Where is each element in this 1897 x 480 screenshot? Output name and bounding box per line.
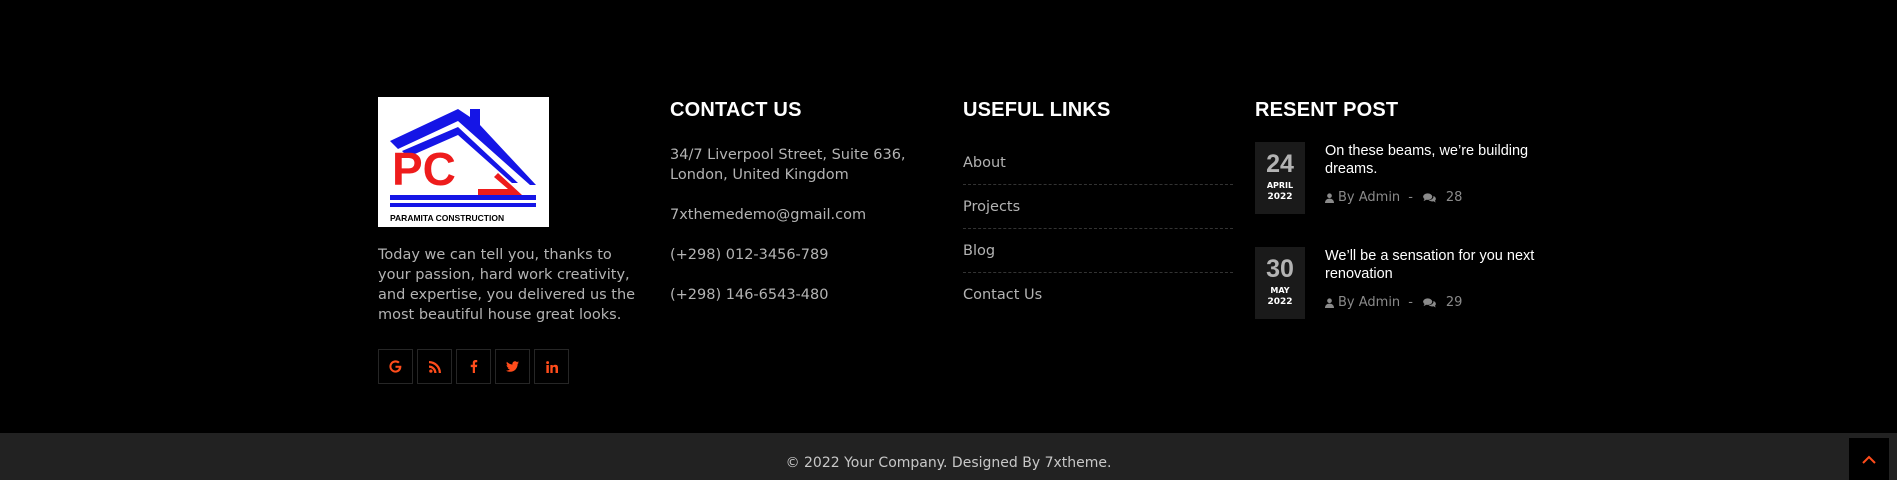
rss-link[interactable] bbox=[417, 349, 452, 384]
contact-phone-2[interactable]: (+298) 146-6543-480 bbox=[670, 285, 940, 305]
post-day: 30 bbox=[1266, 255, 1294, 283]
contact-heading: CONTACT US bbox=[670, 99, 802, 121]
copyright-bar: © 2022 Your Company. Designed By 7xtheme… bbox=[0, 433, 1897, 480]
twitter-icon bbox=[506, 361, 519, 372]
post-title[interactable]: We’ll be a sensation for you next renova… bbox=[1325, 247, 1535, 283]
recent-post: 24 APRIL 2022 On these beams, we’re buil… bbox=[1255, 142, 1545, 214]
post-day: 24 bbox=[1266, 150, 1294, 178]
link-about[interactable]: About bbox=[963, 141, 1233, 185]
google-icon bbox=[389, 360, 402, 373]
contact-email[interactable]: 7xthemedemo@gmail.com bbox=[670, 205, 940, 225]
meta-separator: - bbox=[1408, 295, 1413, 310]
post-meta: By Admin - 29 bbox=[1325, 295, 1535, 310]
link-contact-us[interactable]: Contact Us bbox=[963, 273, 1233, 317]
link-blog[interactable]: Blog bbox=[963, 229, 1233, 273]
company-logo[interactable]: PC PARAMITA CONSTRUCTION bbox=[378, 97, 549, 227]
house-logo-graphic: PC PARAMITA CONSTRUCTION bbox=[390, 109, 536, 223]
comments-icon bbox=[1423, 192, 1436, 202]
recent-post: 30 MAY 2022 We’ll be a sensation for you… bbox=[1255, 247, 1545, 319]
post-year: 2022 bbox=[1267, 192, 1293, 202]
rss-icon bbox=[428, 360, 441, 373]
footer-links-column: USEFUL LINKS About Projects Blog Contact… bbox=[963, 97, 1233, 317]
about-text: Today we can tell you, thanks to your pa… bbox=[378, 247, 636, 323]
footer-contact-column: CONTACT US 34/7 Liverpool Street, Suite … bbox=[670, 97, 940, 305]
post-info: We’ll be a sensation for you next renova… bbox=[1325, 247, 1535, 319]
footer-recent-posts-column: RESENT POST 24 APRIL 2022 On these beams… bbox=[1255, 97, 1545, 319]
post-author[interactable]: By Admin bbox=[1338, 190, 1400, 205]
post-month: MAY bbox=[1270, 286, 1290, 295]
user-icon bbox=[1325, 192, 1334, 203]
comments-icon bbox=[1423, 297, 1436, 307]
scroll-to-top-button[interactable] bbox=[1849, 438, 1889, 480]
post-info: On these beams, we’re building dreams. B… bbox=[1325, 142, 1535, 214]
google-link[interactable] bbox=[378, 349, 413, 384]
footer-brand-column: PC PARAMITA CONSTRUCTION Today we can te… bbox=[378, 97, 648, 384]
post-date-box: 24 APRIL 2022 bbox=[1255, 142, 1305, 214]
facebook-icon bbox=[470, 360, 477, 373]
post-comment-count[interactable]: 29 bbox=[1446, 295, 1463, 310]
logo-initials: PC bbox=[392, 143, 456, 195]
post-author[interactable]: By Admin bbox=[1338, 295, 1400, 310]
linkedin-link[interactable] bbox=[534, 349, 569, 384]
post-year: 2022 bbox=[1267, 297, 1293, 307]
twitter-link[interactable] bbox=[495, 349, 530, 384]
post-month: APRIL bbox=[1266, 181, 1294, 190]
logo-text: PARAMITA CONSTRUCTION bbox=[390, 213, 504, 223]
recent-posts-heading: RESENT POST bbox=[1255, 99, 1399, 121]
post-comment-count[interactable]: 28 bbox=[1446, 190, 1463, 205]
chevron-up-icon bbox=[1862, 455, 1876, 464]
copyright-text: © 2022 Your Company. Designed By 7xtheme… bbox=[785, 455, 1112, 471]
user-icon bbox=[1325, 297, 1334, 308]
link-projects[interactable]: Projects bbox=[963, 185, 1233, 229]
contact-phone-1[interactable]: (+298) 012-3456-789 bbox=[670, 245, 940, 265]
post-date-box: 30 MAY 2022 bbox=[1255, 247, 1305, 319]
social-links bbox=[378, 349, 648, 384]
meta-separator: - bbox=[1408, 190, 1413, 205]
useful-links-heading: USEFUL LINKS bbox=[963, 99, 1111, 121]
linkedin-icon bbox=[545, 360, 558, 373]
post-title[interactable]: On these beams, we’re building dreams. bbox=[1325, 142, 1535, 178]
useful-links-list: About Projects Blog Contact Us bbox=[963, 141, 1233, 317]
post-meta: By Admin - 28 bbox=[1325, 190, 1535, 205]
contact-address: 34/7 Liverpool Street, Suite 636, London… bbox=[670, 147, 906, 183]
facebook-link[interactable] bbox=[456, 349, 491, 384]
site-footer: PC PARAMITA CONSTRUCTION Today we can te… bbox=[0, 0, 1897, 433]
